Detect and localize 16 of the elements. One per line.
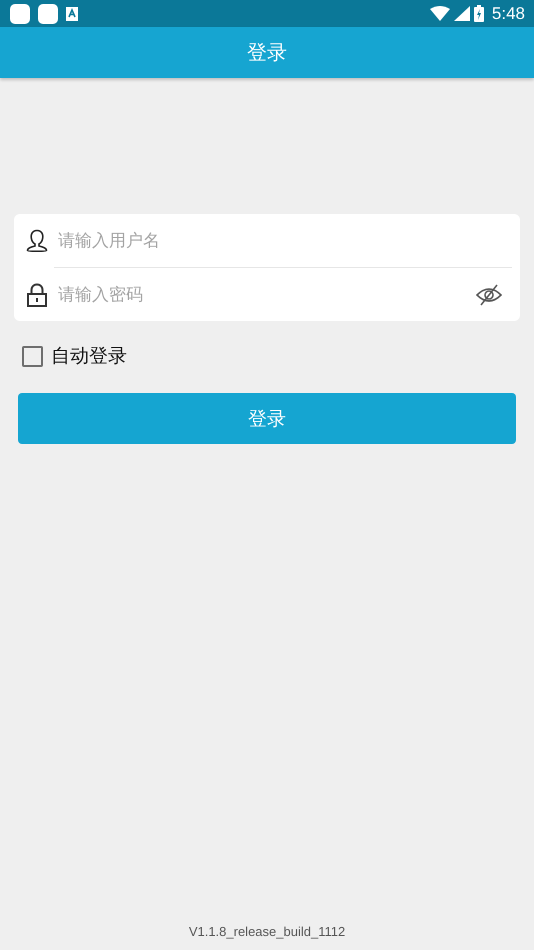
eye-slash-icon[interactable] — [476, 284, 502, 306]
wifi-icon — [430, 6, 450, 21]
auto-login-label[interactable]: 自动登录 — [51, 343, 127, 369]
battery-icon — [474, 5, 484, 22]
lock-icon — [26, 282, 48, 306]
screen-title: 登录 — [247, 39, 287, 66]
version-text: V1.1.8_release_build_1112 — [188, 924, 346, 939]
notification-icon — [10, 4, 30, 24]
password-field[interactable]: 请输入密码 — [58, 280, 476, 310]
clock-time: 5:48 — [492, 4, 525, 24]
username-field[interactable]: 请输入用户名 — [58, 226, 502, 256]
keyboard-icon — [66, 6, 78, 20]
notification-icon — [38, 4, 58, 24]
user-icon — [26, 228, 48, 252]
auto-login-checkbox[interactable] — [22, 346, 43, 366]
signal-icon — [454, 6, 470, 21]
